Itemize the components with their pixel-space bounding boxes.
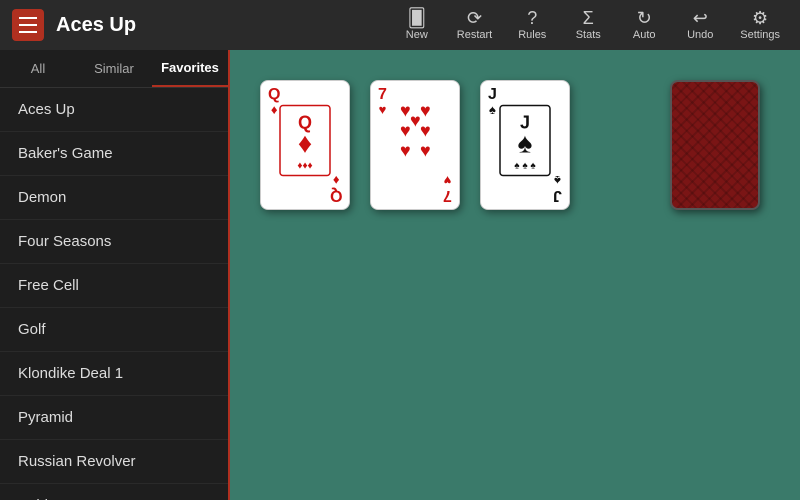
card-rank: J [553,187,562,203]
app-title: Aces Up [56,14,136,37]
card-face-center: J ♠ ♠ ♠ ♠ [495,101,555,190]
undo-label: Undo [687,29,713,41]
card-seven-hearts[interactable]: 7 ♥ ♥ ♥ ♥ ♥ ♥ ♥ ♥ 7 ♥ [370,80,460,210]
list-item[interactable]: Demon [0,176,228,220]
stats-icon: Σ [583,9,594,27]
list-item[interactable]: Pyramid [0,396,228,440]
new-icon: 🂠 [408,9,426,27]
hamburger-line [19,17,37,19]
card-bottom-label: Q ♦ [330,174,342,203]
svg-text:♦♦♦: ♦♦♦ [297,161,312,172]
card-bottom-label: 7 ♥ [443,174,452,203]
svg-text:♦: ♦ [298,128,312,159]
sidebar: All Similar Favorites Aces Up Baker's Ga… [0,50,230,500]
svg-text:♠ ♠ ♠: ♠ ♠ ♠ [514,161,536,172]
svg-text:♥: ♥ [420,120,431,140]
card-bottom-label: J ♠ [553,174,562,203]
toolbar-actions: 🂠 New ⟳ Restart ? Rules Σ Stats ↻ Auto ↩… [393,5,788,45]
tab-similar[interactable]: Similar [76,50,152,87]
settings-button[interactable]: ⚙ Settings [732,5,788,45]
game-area: Q ♦ Q ♦ ♦♦♦ Q ♦ 7 ♥ [230,50,800,500]
svg-text:♥: ♥ [400,140,411,160]
card-deck[interactable] [670,80,760,210]
tab-all[interactable]: All [0,50,76,87]
stats-label: Stats [576,29,601,41]
restart-icon: ⟳ [467,9,482,27]
menu-button[interactable] [12,9,44,41]
list-item[interactable]: Spider [0,484,228,500]
tab-favorites[interactable]: Favorites [152,50,228,87]
card-suit: ♠ [554,174,561,187]
card-pips: ♥ ♥ ♥ ♥ ♥ ♥ ♥ [386,100,444,181]
restart-label: Restart [457,29,492,41]
hamburger-line [19,31,37,33]
list-item[interactable]: Russian Revolver [0,440,228,484]
main-area: All Similar Favorites Aces Up Baker's Ga… [0,50,800,500]
new-button[interactable]: 🂠 New [393,5,441,45]
auto-icon: ↻ [637,9,652,27]
card-suit: ♦ [332,174,339,187]
restart-button[interactable]: ⟳ Restart [449,5,500,45]
hamburger-line [19,24,37,26]
auto-button[interactable]: ↻ Auto [620,5,668,45]
list-item[interactable]: Klondike Deal 1 [0,352,228,396]
toolbar-left: Aces Up [12,9,242,41]
list-item[interactable]: Four Seasons [0,220,228,264]
list-item[interactable]: Golf [0,308,228,352]
new-label: New [406,29,428,41]
settings-icon: ⚙ [752,9,768,27]
svg-text:♥: ♥ [420,100,431,120]
card-face-center: Q ♦ ♦♦♦ [275,101,335,190]
undo-icon: ↩ [693,9,708,27]
toolbar: Aces Up 🂠 New ⟳ Restart ? Rules Σ Stats … [0,0,800,50]
list-item[interactable]: Baker's Game [0,132,228,176]
settings-label: Settings [740,29,780,41]
card-rank: 7 [443,187,452,203]
card-suit: ♥ [444,174,452,187]
svg-text:♥: ♥ [410,110,421,130]
rules-label: Rules [518,29,546,41]
rules-button[interactable]: ? Rules [508,5,556,45]
svg-text:♠: ♠ [518,128,533,159]
stats-button[interactable]: Σ Stats [564,5,612,45]
sidebar-tabs: All Similar Favorites [0,50,228,88]
rules-icon: ? [527,9,537,27]
undo-button[interactable]: ↩ Undo [676,5,724,45]
card-jack-spades[interactable]: J ♠ J ♠ ♠ ♠ ♠ J ♠ [480,80,570,210]
list-item[interactable]: Free Cell [0,264,228,308]
list-item[interactable]: Aces Up [0,88,228,132]
svg-text:♥: ♥ [420,140,431,160]
auto-label: Auto [633,29,656,41]
card-rank: Q [330,187,342,203]
game-list: Aces Up Baker's Game Demon Four Seasons … [0,88,228,500]
card-queen-diamonds[interactable]: Q ♦ Q ♦ ♦♦♦ Q ♦ [260,80,350,210]
